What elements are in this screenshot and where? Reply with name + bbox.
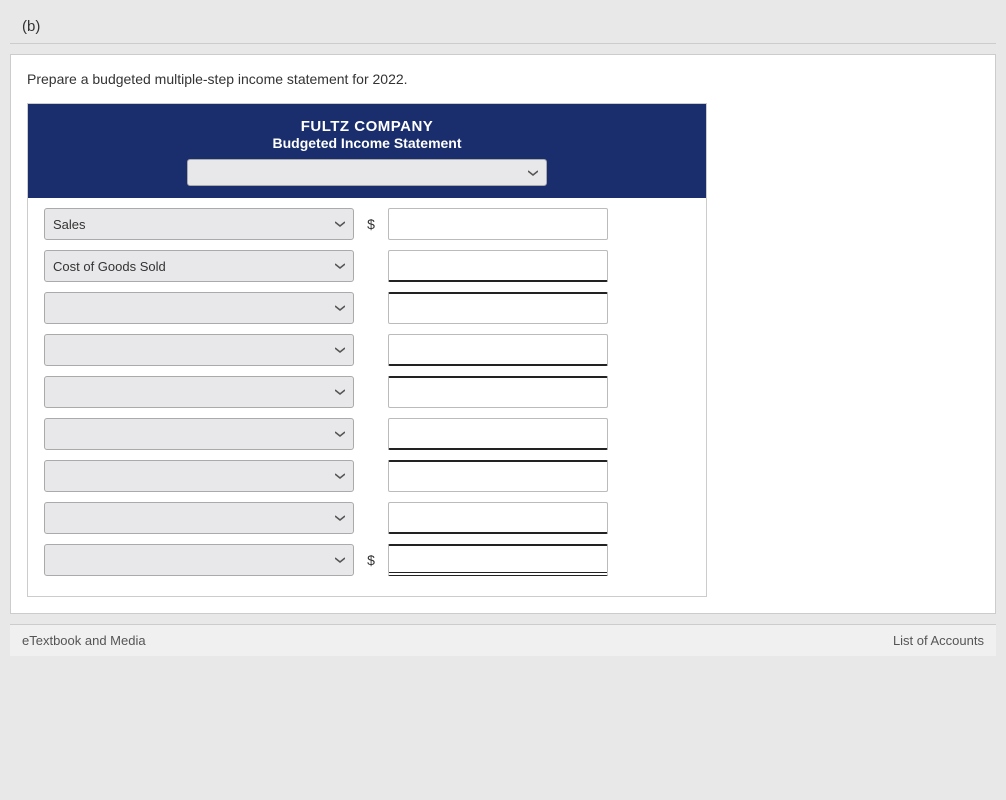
dollar-sign-placeholder-row2: [364, 258, 378, 274]
table-row: [44, 502, 690, 534]
table-row: [44, 376, 690, 408]
statement-title: Budgeted Income Statement: [38, 135, 696, 151]
footer-right: List of Accounts: [893, 633, 984, 648]
table-row: [44, 334, 690, 366]
main-card: Prepare a budgeted multiple-step income …: [10, 54, 996, 614]
value-input-row6[interactable]: [388, 418, 608, 450]
table-row: Cost of Goods Sold: [44, 250, 690, 282]
value-input-row2[interactable]: [388, 250, 608, 282]
value-input-row8[interactable]: [388, 502, 608, 534]
footer-bar: eTextbook and Media List of Accounts: [10, 624, 996, 656]
company-name: FULTZ COMPANY: [38, 118, 696, 135]
dollar-sign-row1: $: [364, 216, 378, 232]
label-select-row8[interactable]: [44, 502, 354, 534]
dollar-sign-placeholder-row5: [364, 384, 378, 400]
section-label: (b): [10, 10, 996, 44]
table-body: Sales $ Cost of Goods Sold: [28, 198, 706, 596]
table-row: Sales $: [44, 208, 690, 240]
label-select-row7[interactable]: [44, 460, 354, 492]
label-select-row9[interactable]: [44, 544, 354, 576]
outer-container: (b) Prepare a budgeted multiple-step inc…: [0, 0, 1006, 800]
income-statement-table: FULTZ COMPANY Budgeted Income Statement …: [27, 103, 707, 597]
footer-left: eTextbook and Media: [22, 633, 146, 648]
dollar-sign-row9: $: [364, 552, 378, 568]
dollar-sign-placeholder-row8: [364, 510, 378, 526]
table-row: $: [44, 544, 690, 576]
table-row: [44, 460, 690, 492]
dollar-sign-placeholder-row4: [364, 342, 378, 358]
table-row: [44, 292, 690, 324]
value-input-row4[interactable]: [388, 334, 608, 366]
table-row: [44, 418, 690, 450]
value-input-row1[interactable]: [388, 208, 608, 240]
dollar-sign-placeholder-row6: [364, 426, 378, 442]
value-input-row3[interactable]: [388, 292, 608, 324]
table-header: FULTZ COMPANY Budgeted Income Statement …: [28, 104, 706, 198]
label-select-row4[interactable]: [44, 334, 354, 366]
value-input-row7[interactable]: [388, 460, 608, 492]
year-select[interactable]: For the Year Ended December 31, 2022: [187, 159, 547, 186]
dollar-sign-placeholder-row3: [364, 300, 378, 316]
dollar-sign-placeholder-row7: [364, 468, 378, 484]
instruction-text: Prepare a budgeted multiple-step income …: [27, 71, 979, 87]
label-select-row3[interactable]: [44, 292, 354, 324]
label-select-row6[interactable]: [44, 418, 354, 450]
value-input-row5[interactable]: [388, 376, 608, 408]
header-select-wrapper: For the Year Ended December 31, 2022: [38, 159, 696, 186]
label-select-row2[interactable]: Cost of Goods Sold: [44, 250, 354, 282]
value-input-row9[interactable]: [388, 544, 608, 576]
label-select-row5[interactable]: [44, 376, 354, 408]
label-select-row1[interactable]: Sales: [44, 208, 354, 240]
